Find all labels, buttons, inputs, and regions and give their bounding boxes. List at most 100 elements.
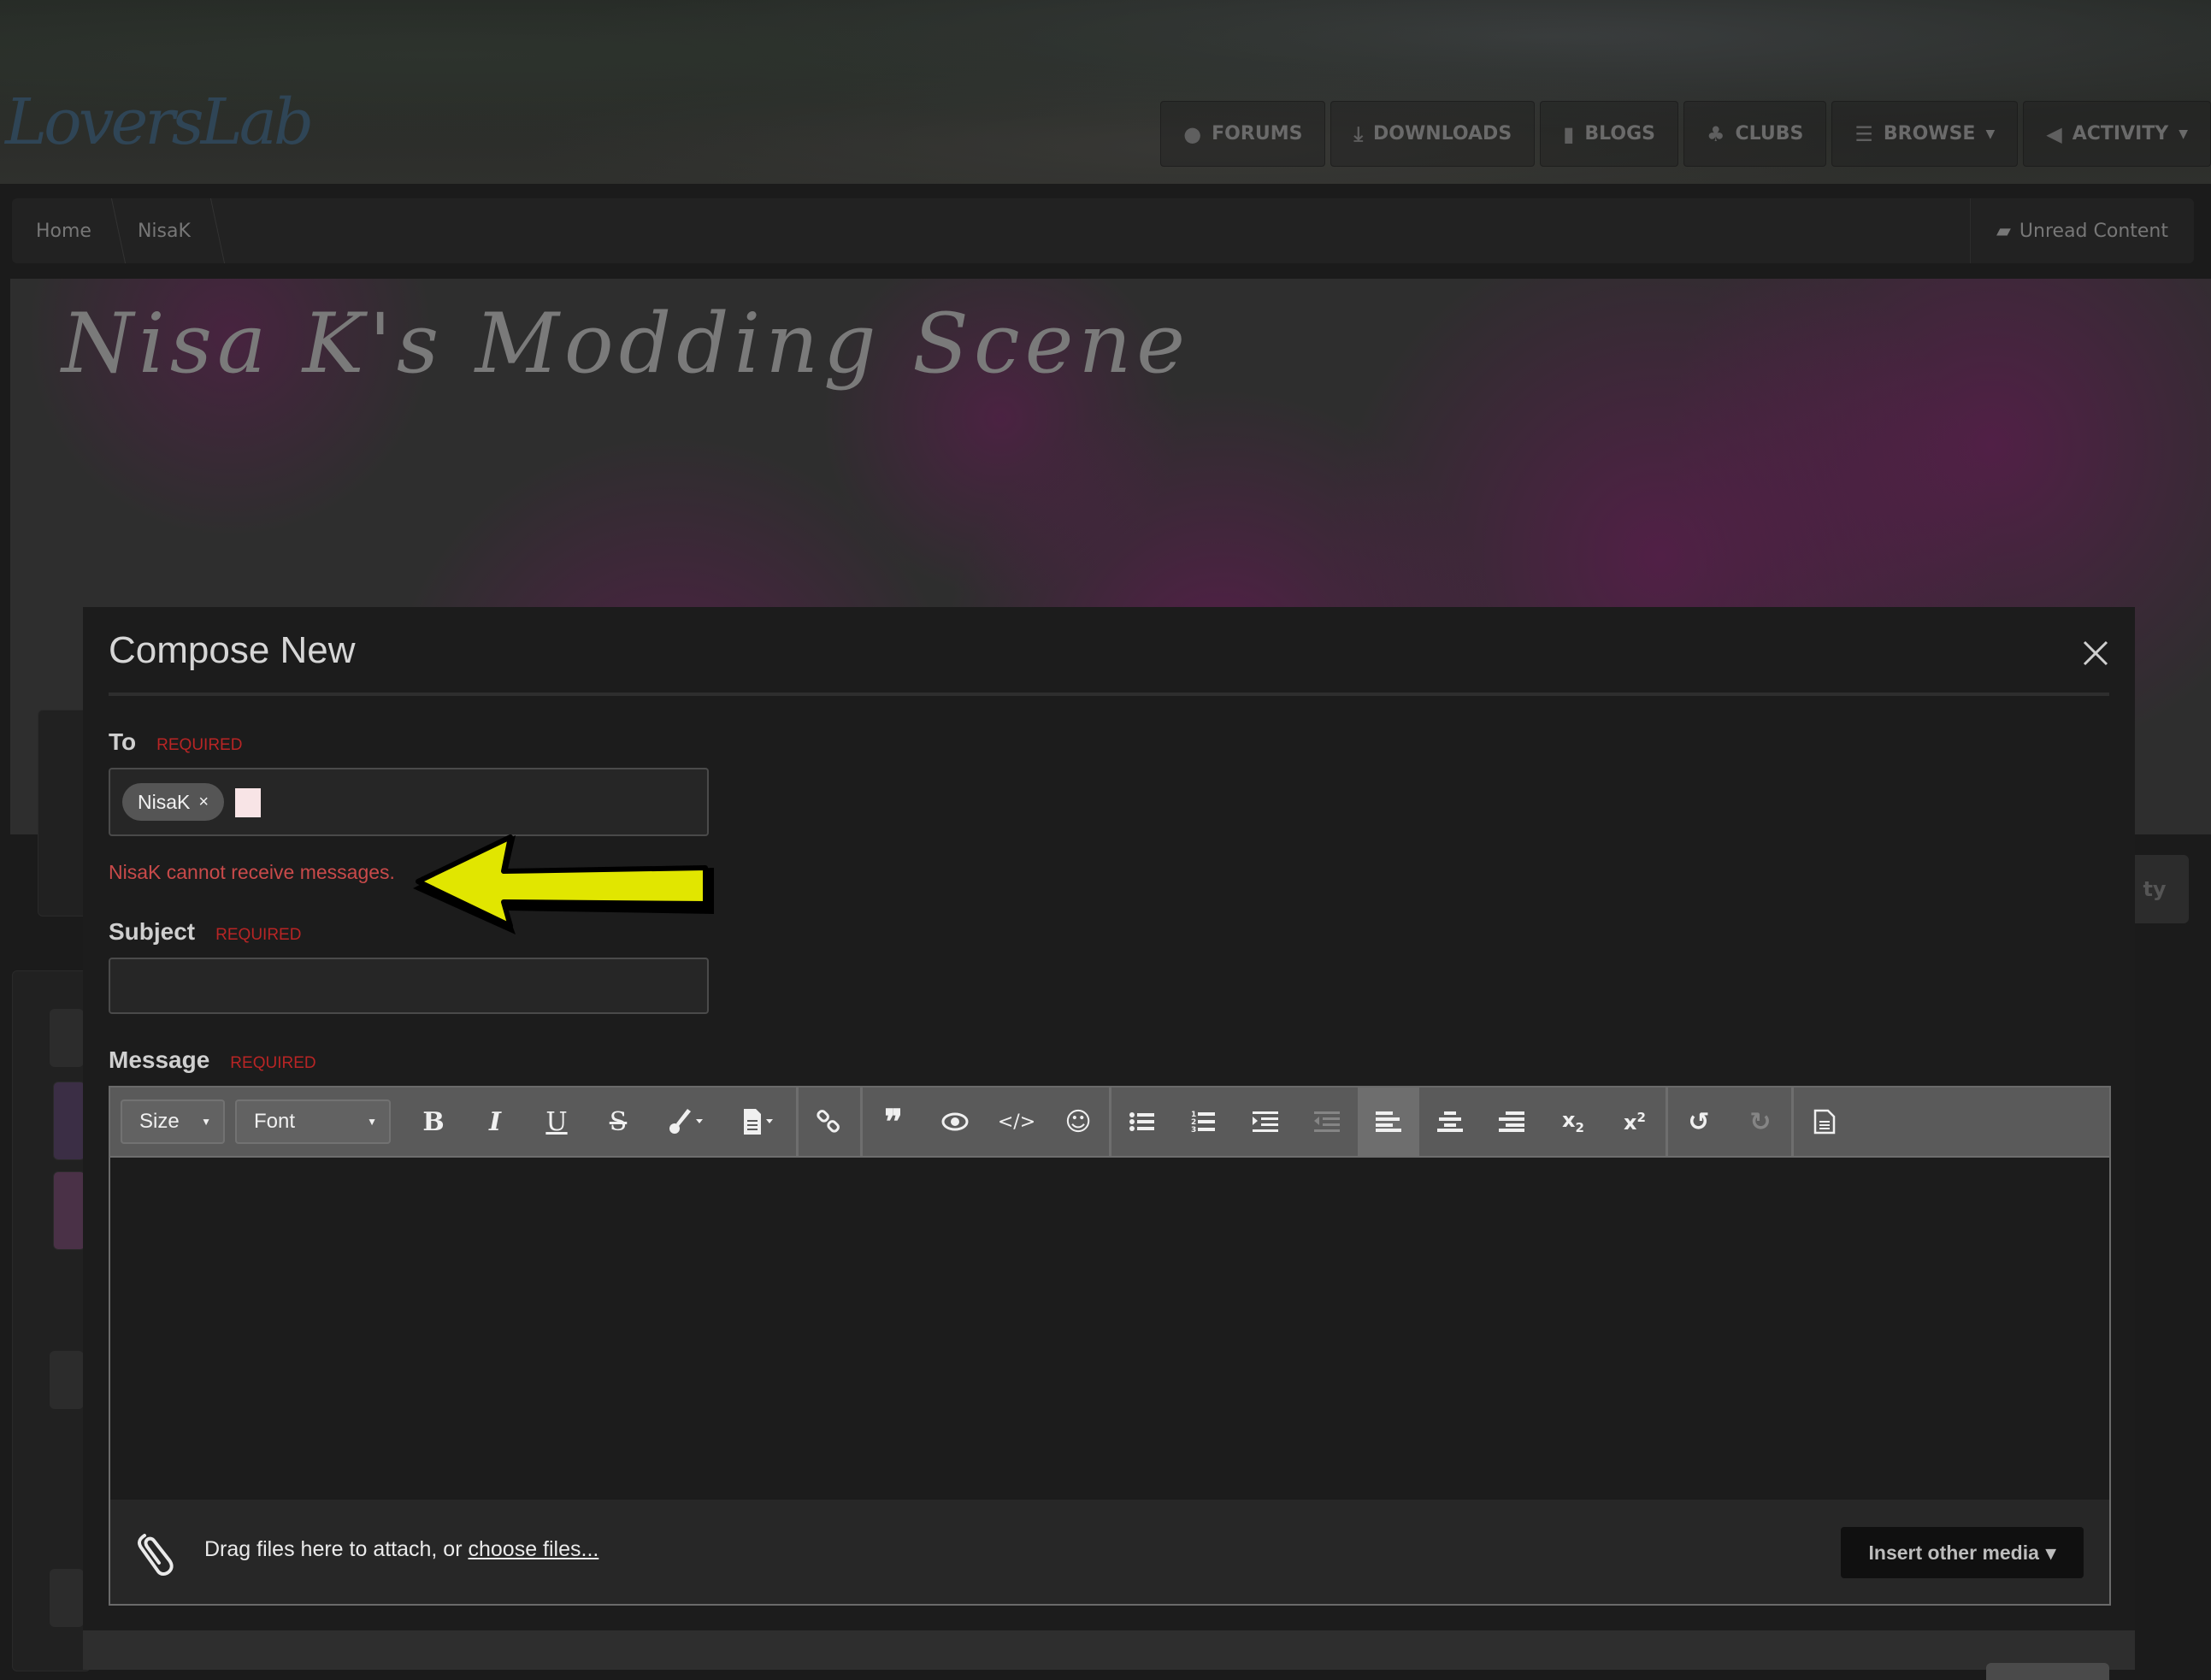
outdent-button[interactable] bbox=[1296, 1088, 1358, 1156]
source-button[interactable] bbox=[1794, 1088, 1855, 1156]
spoiler-button[interactable] bbox=[924, 1088, 986, 1156]
superscript-button[interactable]: x2 bbox=[1604, 1088, 1666, 1156]
remove-recipient-icon[interactable]: × bbox=[198, 793, 209, 812]
message-textarea[interactable] bbox=[110, 1158, 2109, 1498]
subscript-icon: x2 bbox=[1562, 1108, 1584, 1135]
align-left-button[interactable] bbox=[1358, 1088, 1419, 1156]
bold-icon: B bbox=[422, 1106, 445, 1137]
bullet-list-button[interactable] bbox=[1111, 1088, 1173, 1156]
align-center-button[interactable] bbox=[1419, 1088, 1481, 1156]
insert-other-media-button[interactable]: Insert other media ▾ bbox=[1841, 1527, 2084, 1578]
sidebar-button[interactable] bbox=[50, 1351, 84, 1409]
subject-input[interactable] bbox=[109, 958, 709, 1014]
sidebar-button[interactable] bbox=[50, 1009, 84, 1067]
site-logo[interactable]: LoversLab bbox=[5, 85, 314, 159]
sidebar-tile bbox=[53, 1082, 85, 1160]
attach-instructions: Drag files here to attach, or choose fil… bbox=[204, 1537, 598, 1562]
recipient-name: NisaK bbox=[138, 790, 191, 813]
nav-blogs[interactable]: ▮ BLOGS bbox=[1540, 101, 1678, 167]
modal-footer bbox=[83, 1630, 2135, 1680]
attachment-dropzone[interactable]: Drag files here to attach, or choose fil… bbox=[110, 1500, 2109, 1604]
indent-button[interactable] bbox=[1235, 1088, 1296, 1156]
nav-forums[interactable]: ● FORUMS bbox=[1160, 101, 1326, 167]
numbered-list-icon: 1 2 3 bbox=[1191, 1111, 1215, 1134]
strikethrough-button[interactable]: S bbox=[587, 1088, 649, 1156]
paintbrush-icon bbox=[669, 1109, 703, 1134]
redo-icon: ↻ bbox=[1749, 1106, 1772, 1137]
outdent-icon bbox=[1314, 1111, 1340, 1132]
message-editor: Size ▼ Font ▼ B I U S ❞ </> ☺ 1 2 3 x2 x… bbox=[109, 1086, 2111, 1606]
send-button[interactable] bbox=[1986, 1663, 2109, 1680]
indent-icon bbox=[1253, 1111, 1278, 1132]
bold-button[interactable]: B bbox=[403, 1088, 464, 1156]
text-cursor bbox=[235, 788, 261, 817]
align-right-button[interactable] bbox=[1481, 1088, 1542, 1156]
underline-icon: U bbox=[545, 1106, 568, 1137]
folder-open-icon: ▰ bbox=[1996, 220, 2011, 242]
nav-activity[interactable]: ◀ ACTIVITY ▼ bbox=[2023, 101, 2211, 167]
subscript-button[interactable]: x2 bbox=[1542, 1088, 1604, 1156]
nav-browse[interactable]: ☰ BROWSE ▼ bbox=[1831, 101, 2019, 167]
sidebar-button[interactable] bbox=[50, 1569, 84, 1627]
annotation-arrow-icon bbox=[413, 834, 714, 934]
italic-button[interactable]: I bbox=[464, 1088, 526, 1156]
quote-button[interactable]: ❞ bbox=[863, 1088, 924, 1156]
required-badge: REQUIRED bbox=[156, 736, 243, 754]
link-button[interactable] bbox=[799, 1088, 860, 1156]
undo-button[interactable]: ↺ bbox=[1668, 1088, 1730, 1156]
required-badge: REQUIRED bbox=[215, 926, 302, 944]
redo-button[interactable]: ↻ bbox=[1730, 1088, 1791, 1156]
list-icon: ☰ bbox=[1854, 121, 1873, 146]
emoji-button[interactable]: ☺ bbox=[1047, 1088, 1109, 1156]
nav-label: CLUBS bbox=[1735, 123, 1804, 144]
unread-content-link[interactable]: ▰ Unread Content bbox=[1970, 198, 2194, 263]
breadcrumb-user[interactable]: NisaK bbox=[114, 198, 213, 263]
main-nav: ● FORUMS ⤓ DOWNLOADS ▮ BLOGS ♣ CLUBS ☰ B… bbox=[1160, 101, 2211, 167]
users-icon: ♣ bbox=[1707, 121, 1725, 146]
size-select[interactable]: Size ▼ bbox=[121, 1099, 225, 1144]
nav-clubs[interactable]: ♣ CLUBS bbox=[1683, 101, 1827, 167]
sidebar-tile bbox=[53, 1171, 85, 1250]
align-right-icon bbox=[1499, 1111, 1524, 1132]
editor-toolbar: Size ▼ Font ▼ B I U S ❞ </> ☺ 1 2 3 x2 x… bbox=[110, 1088, 2109, 1158]
bullhorn-icon: ◀ bbox=[2046, 121, 2062, 146]
close-button[interactable] bbox=[2082, 640, 2109, 667]
code-button[interactable]: </> bbox=[986, 1088, 1047, 1156]
breadcrumb: Home NisaK ▰ Unread Content bbox=[12, 198, 2194, 263]
modal-title: Compose New bbox=[109, 629, 356, 671]
book-icon: ▮ bbox=[1563, 121, 1575, 146]
italic-icon: I bbox=[488, 1106, 502, 1137]
breadcrumb-home[interactable]: Home bbox=[12, 198, 114, 263]
paste-button[interactable] bbox=[722, 1088, 796, 1156]
attach-text: Drag files here to attach, or bbox=[204, 1537, 469, 1561]
modal-divider bbox=[109, 693, 2109, 696]
unread-label: Unread Content bbox=[2019, 220, 2168, 242]
recipient-error: NisaK cannot receive messages. bbox=[109, 861, 395, 883]
align-left-icon bbox=[1376, 1111, 1401, 1132]
size-select-label: Size bbox=[139, 1110, 180, 1133]
align-center-icon bbox=[1437, 1111, 1463, 1132]
color-button[interactable] bbox=[649, 1088, 722, 1156]
numbered-list-button[interactable]: 1 2 3 bbox=[1173, 1088, 1235, 1156]
clipboard-icon bbox=[744, 1109, 773, 1135]
subject-label-text: Subject bbox=[109, 918, 196, 945]
subject-label: Subject REQUIRED bbox=[109, 918, 301, 946]
nav-downloads[interactable]: ⤓ DOWNLOADS bbox=[1330, 101, 1536, 167]
paperclip-icon bbox=[137, 1534, 174, 1576]
strikethrough-icon: S bbox=[609, 1106, 628, 1137]
choose-files-link[interactable]: choose files... bbox=[468, 1537, 598, 1561]
eye-icon bbox=[941, 1112, 969, 1131]
document-icon bbox=[1813, 1109, 1836, 1135]
smiley-icon: ☺ bbox=[1064, 1106, 1092, 1137]
close-icon bbox=[2083, 640, 2108, 666]
svg-text:3: 3 bbox=[1191, 1126, 1196, 1134]
message-label-text: Message bbox=[109, 1046, 210, 1073]
recipient-token[interactable]: NisaK × bbox=[122, 783, 225, 821]
insert-media-label: Insert other media bbox=[1868, 1541, 2039, 1564]
download-icon: ⤓ bbox=[1353, 121, 1364, 146]
caret-down-icon: ▼ bbox=[1985, 127, 1996, 141]
code-icon: </> bbox=[997, 1111, 1036, 1133]
caret-down-icon: ▾ bbox=[2045, 1541, 2056, 1564]
font-select[interactable]: Font ▼ bbox=[235, 1099, 391, 1144]
underline-button[interactable]: U bbox=[526, 1088, 587, 1156]
